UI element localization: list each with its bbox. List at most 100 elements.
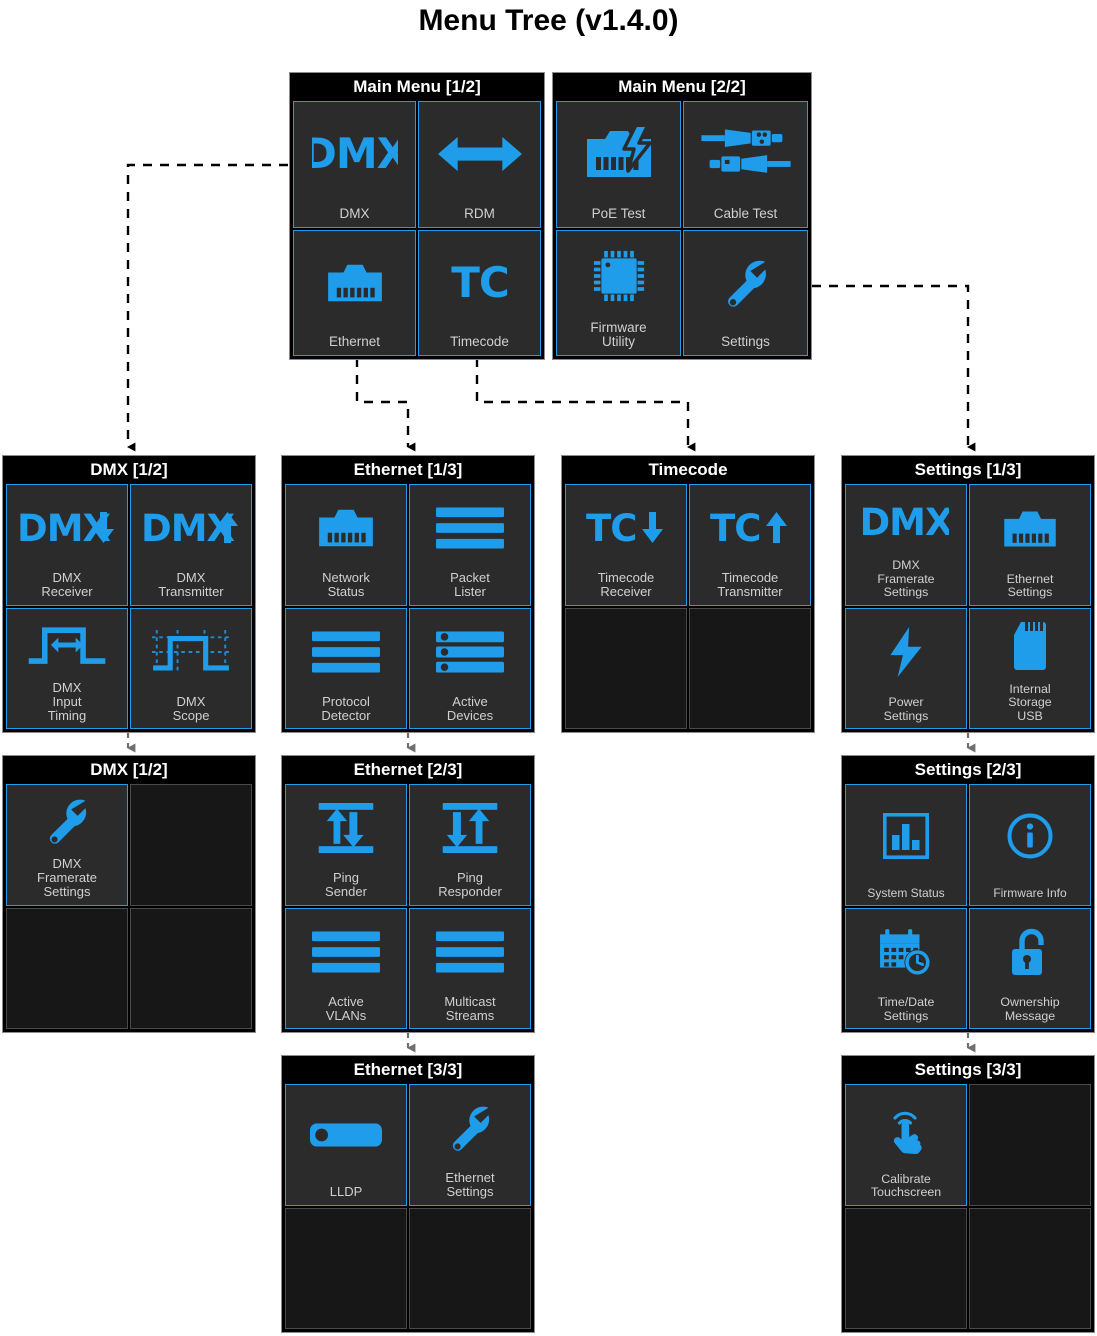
empty-slot — [690, 609, 810, 724]
menu-tile-label: System Status — [867, 885, 945, 900]
menu-tile-label: Timecode Transmitter — [717, 570, 783, 600]
menu-tile-system-status[interactable]: System Status — [845, 784, 967, 906]
svg-text:TC: TC — [586, 508, 636, 548]
double-arrow-icon — [419, 102, 540, 207]
menu-tile-dmx[interactable]: DMX DMX — [293, 101, 416, 228]
menu-tile-internal-storage-usb[interactable]: Internal Storage USB — [969, 607, 1091, 729]
menu-tile-label: Timecode Receiver — [597, 570, 655, 600]
menu-tile-poe-test[interactable]: PoE Test — [556, 101, 681, 228]
menu-tile-label — [970, 1323, 1090, 1328]
panel-title: Settings [2/3] — [842, 756, 1094, 784]
tc-down-arrow-icon: TC — [566, 485, 686, 571]
menu-tile-dmx-transmitter[interactable]: DMX DMX Transmitter — [130, 484, 252, 606]
menu-tile-timecode-receiver[interactable]: TC Timecode Receiver — [565, 484, 687, 606]
pill-tag-icon — [286, 1085, 406, 1185]
info-circle-icon — [970, 785, 1090, 887]
panel-timecode: Timecode TC Timecode Receiver TC Timecod… — [561, 455, 815, 733]
menu-tile-active-vlans[interactable]: Active VLANs — [285, 907, 407, 1029]
menu-tile-label: Packet Lister — [450, 570, 490, 600]
menu-tile-label: Ping Responder — [438, 870, 502, 900]
menu-tile-label — [286, 1323, 406, 1328]
menu-tile-timecode[interactable]: TC Timecode — [418, 229, 541, 356]
menu-tile-label — [970, 1200, 1090, 1205]
panel-title: Main Menu [1/2] — [290, 73, 544, 101]
menu-tile-lldp[interactable]: LLDP — [285, 1084, 407, 1206]
menu-tile-label: DMX Input Timing — [47, 679, 87, 723]
menu-tile-label — [7, 1023, 127, 1028]
menu-tile-dmx-input-timing[interactable]: DMX Input Timing — [6, 607, 128, 729]
menu-tile-ping-sender[interactable]: Ping Sender — [285, 784, 407, 906]
panel-title: Main Menu [2/2] — [553, 73, 811, 101]
svg-text:TC: TC — [451, 261, 508, 305]
menu-tile-protocol-detector[interactable]: Protocol Detector — [285, 607, 407, 729]
menu-tile-packet-lister[interactable]: Packet Lister — [409, 484, 531, 606]
panel-title: Settings [1/3] — [842, 456, 1094, 484]
menu-tile-empty — [565, 607, 687, 729]
menu-tile-label: Network Status — [322, 570, 370, 600]
svg-text:DMX: DMX — [141, 508, 235, 548]
panel-main-menu-2: Main Menu [2/2] PoE Test Cable Test Firm… — [552, 72, 812, 360]
empty-slot — [846, 1209, 966, 1324]
panel-title: DMX [1/2] — [3, 456, 255, 484]
list-bars-icon — [410, 909, 530, 995]
menu-tile-time-date-settings[interactable]: Time/Date Settings — [845, 907, 967, 1029]
menu-tile-ethernet-settings[interactable]: Ethernet Settings — [969, 484, 1091, 606]
panel-title: Ethernet [2/3] — [282, 756, 534, 784]
panel-title: Timecode — [562, 456, 814, 484]
menu-tile-dmx-framerate-settings[interactable]: DMX Framerate Settings — [6, 784, 128, 906]
menu-tile-label: Power Settings — [883, 695, 929, 723]
unlocked-padlock-icon — [970, 909, 1090, 997]
xlr-connectors-icon — [684, 102, 807, 207]
panel-ethernet-2: Ethernet [2/3] Ping Sender Ping Responde… — [281, 755, 535, 1033]
menu-tile-settings[interactable]: Settings — [683, 229, 808, 356]
ping-sender-icon — [286, 785, 406, 871]
list-bars-icon — [286, 609, 406, 695]
menu-tile-dmx-scope[interactable]: DMX Scope — [130, 607, 252, 729]
menu-tile-label: Ping Sender — [325, 870, 367, 900]
menu-tile-label: Ethernet Settings — [1006, 571, 1054, 600]
menu-tile-dmx-framerate-settings[interactable]: DMX DMX Framerate Settings — [845, 484, 967, 606]
menu-tile-ownership-message[interactable]: Ownership Message — [969, 907, 1091, 1029]
panel-title: Ethernet [3/3] — [282, 1056, 534, 1084]
dmx-wordmark-icon: DMX — [294, 102, 415, 207]
menu-tile-firmware-utility[interactable]: Firmware Utility — [556, 229, 681, 356]
menu-tile-timecode-transmitter[interactable]: TC Timecode Transmitter — [689, 484, 811, 606]
menu-tile-label: DMX — [339, 205, 370, 221]
menu-tile-empty — [689, 607, 811, 729]
menu-tile-rdm[interactable]: RDM — [418, 101, 541, 228]
wire-timecode — [475, 358, 696, 452]
menu-tile-multicast-streams[interactable]: Multicast Streams — [409, 907, 531, 1029]
menu-tile-calibrate-touchscreen[interactable]: Calibrate Touchscreen — [845, 1084, 967, 1206]
menu-tile-label: DMX Scope — [172, 693, 210, 723]
empty-slot — [970, 1209, 1090, 1324]
menu-tile-label — [131, 900, 251, 905]
menu-tile-label: DMX Transmitter — [158, 570, 224, 600]
wrench-icon — [410, 1085, 530, 1171]
menu-tile-power-settings[interactable]: Power Settings — [845, 607, 967, 729]
menu-tile-label: Ethernet — [328, 334, 381, 350]
dmx-up-arrow-icon: DMX — [131, 485, 251, 571]
menu-tile-cable-test[interactable]: Cable Test — [683, 101, 808, 228]
panel-title: Settings [3/3] — [842, 1056, 1094, 1084]
menu-tile-ethernet[interactable]: Ethernet — [293, 229, 416, 356]
menu-tile-ping-responder[interactable]: Ping Responder — [409, 784, 531, 906]
menu-tile-firmware-info[interactable]: Firmware Info — [969, 784, 1091, 906]
svg-text:DMX: DMX — [312, 132, 398, 176]
menu-tile-label: Time/Date Settings — [877, 995, 935, 1023]
menu-tile-empty — [409, 1207, 531, 1329]
menu-tile-label: Firmware Info — [993, 885, 1067, 900]
menu-tile-label: Multicast Streams — [444, 993, 496, 1023]
menu-tile-label: Internal Storage USB — [1008, 681, 1052, 723]
menu-tile-empty — [130, 784, 252, 906]
menu-tile-ethernet-settings[interactable]: Ethernet Settings — [409, 1084, 531, 1206]
empty-slot — [410, 1209, 530, 1324]
menu-tile-active-devices[interactable]: Active Devices — [409, 607, 531, 729]
rj45-jack-icon — [286, 485, 406, 571]
bolt-icon — [846, 609, 966, 697]
wrench-icon — [7, 785, 127, 857]
menu-tile-dmx-receiver[interactable]: DMX DMX Receiver — [6, 484, 128, 606]
empty-slot — [131, 909, 251, 1024]
menu-tile-empty — [969, 1207, 1091, 1329]
menu-tile-network-status[interactable]: Network Status — [285, 484, 407, 606]
menu-tile-label: Active VLANs — [325, 993, 367, 1023]
